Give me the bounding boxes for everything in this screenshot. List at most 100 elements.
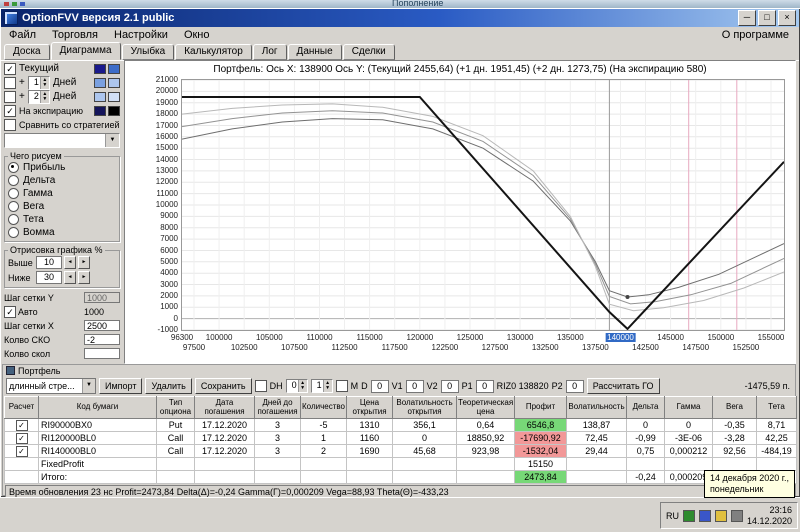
p1-input[interactable]: 0 xyxy=(476,380,494,393)
radio-option[interactable]: Гамма xyxy=(8,187,116,200)
column-header[interactable]: Дата погашения xyxy=(195,397,255,419)
series-checkbox[interactable] xyxy=(4,77,16,89)
column-header[interactable]: Дельта xyxy=(627,397,665,419)
series-checkbox[interactable]: ✓ xyxy=(4,105,16,117)
radio-option[interactable]: Вега xyxy=(8,200,116,213)
chart-plot[interactable] xyxy=(181,79,785,331)
days-spinner[interactable]: 1▲▼ xyxy=(28,76,50,90)
dh-spinner-2[interactable]: 1▲▼ xyxy=(311,379,333,393)
column-header[interactable]: Тип опциона xyxy=(157,397,195,419)
radio-option[interactable]: Вомма xyxy=(8,226,116,239)
column-header[interactable]: Вега xyxy=(713,397,757,419)
table-row[interactable]: ✓RI120000BL0Call17.12.2020311160018850,9… xyxy=(5,432,797,445)
tab[interactable]: Диаграмма xyxy=(51,42,121,60)
tray-icon[interactable] xyxy=(683,510,695,522)
delete-button[interactable]: Удалить xyxy=(145,378,191,394)
column-header[interactable]: Количество xyxy=(301,397,347,419)
spinner-arrows-icon[interactable]: ▲▼ xyxy=(40,91,49,103)
table-row[interactable]: FixedProfit15150 xyxy=(5,458,797,471)
table-row[interactable]: Итого:2473,84-0,240,00020988,93-433,23 xyxy=(5,471,797,484)
menu-item[interactable]: Настройки xyxy=(106,28,176,42)
m-checkbox[interactable] xyxy=(336,380,348,392)
tray-icon[interactable] xyxy=(699,510,711,522)
below-input[interactable]: 30 xyxy=(36,271,62,284)
below-increase-button[interactable]: ► xyxy=(78,271,90,284)
tab[interactable]: Лог xyxy=(253,44,287,60)
cell: 92,56 xyxy=(713,445,757,458)
y-axis-label: 2000 xyxy=(135,292,178,300)
auto-checkbox[interactable]: ✓ xyxy=(4,306,16,318)
title-bar[interactable]: OptionFVV версия 2.1 public ─ □ × xyxy=(1,9,799,27)
column-header[interactable]: Код бумаги xyxy=(39,397,157,419)
column-header[interactable]: Профит xyxy=(515,397,567,419)
tray-clock[interactable]: 23:16 14.12.2020 xyxy=(747,505,792,527)
row-checkbox[interactable]: ✓ xyxy=(16,446,28,457)
grid-setting-value[interactable]: 1000 xyxy=(84,292,120,303)
chevron-down-icon[interactable]: ▼ xyxy=(105,134,119,147)
d-input[interactable]: 0 xyxy=(371,380,389,393)
cell: -1532,04 xyxy=(515,445,567,458)
column-header[interactable]: Волатильность xyxy=(567,397,627,419)
below-decrease-button[interactable]: ◄ xyxy=(64,271,76,284)
menu-item[interactable]: Торговля xyxy=(44,28,106,42)
tray-icon[interactable] xyxy=(731,510,743,522)
tab[interactable]: Калькулятор xyxy=(175,44,252,60)
row-checkbox[interactable]: ✓ xyxy=(16,420,28,431)
column-header[interactable]: Тета xyxy=(757,397,797,419)
spinner-arrows-icon[interactable]: ▲▼ xyxy=(323,380,332,392)
column-header[interactable]: Дней до погашения xyxy=(255,397,301,419)
v1-input[interactable]: 0 xyxy=(406,380,424,393)
radio-label: Прибыль xyxy=(23,162,65,173)
import-button[interactable]: Импорт xyxy=(99,378,142,394)
radio-option[interactable]: Дельта xyxy=(8,174,116,187)
radio-option[interactable]: Прибыль xyxy=(8,161,116,174)
menu-about[interactable]: О программе xyxy=(712,28,799,42)
spinner-arrows-icon[interactable]: ▲▼ xyxy=(298,380,307,392)
column-header[interactable]: Расчет xyxy=(5,397,39,419)
v2-input[interactable]: 0 xyxy=(441,380,459,393)
p2-input[interactable]: 0 xyxy=(566,380,584,393)
calc-margin-button[interactable]: Рассчитать ГО xyxy=(587,378,660,394)
tab[interactable]: Улыбка xyxy=(122,44,175,60)
series-row: +2▲▼Дней xyxy=(4,90,120,103)
strategy-combo[interactable]: ▼ xyxy=(4,133,120,148)
column-header[interactable]: Гамма xyxy=(665,397,713,419)
grid-setting-value[interactable]: 2500 xyxy=(84,320,120,331)
maximize-button[interactable]: □ xyxy=(758,10,776,26)
menu-item[interactable]: Файл xyxy=(1,28,44,42)
menu-item[interactable]: Окно xyxy=(176,28,218,42)
position-combo[interactable]: длинный стре... ▼ xyxy=(6,378,96,394)
tray-language[interactable]: RU xyxy=(666,511,679,521)
spinner-arrows-icon[interactable]: ▲▼ xyxy=(40,77,49,89)
radio-option[interactable]: Тета xyxy=(8,213,116,226)
tab[interactable]: Доска xyxy=(4,44,50,60)
column-header[interactable]: Теоретическая цена xyxy=(457,397,515,419)
table-row[interactable]: ✓RI140000BL0Call17.12.202032169045,68923… xyxy=(5,445,797,458)
column-header[interactable]: Цена открытия xyxy=(347,397,393,419)
days-spinner[interactable]: 2▲▼ xyxy=(28,90,50,104)
grid-setting-value[interactable] xyxy=(84,348,120,359)
taskbar[interactable]: RU 23:16 14.12.2020 xyxy=(0,497,800,532)
close-button[interactable]: × xyxy=(778,10,796,26)
chevron-down-icon[interactable]: ▼ xyxy=(82,379,95,393)
minimize-button[interactable]: ─ xyxy=(738,10,756,26)
grid-setting-value[interactable]: -2 xyxy=(84,334,120,345)
compare-checkbox[interactable] xyxy=(4,119,16,131)
x-axis-label[interactable]: 140000 xyxy=(605,333,636,342)
dh-spinner-1[interactable]: 0▲▼ xyxy=(286,379,308,393)
tray-icon[interactable] xyxy=(715,510,727,522)
series-checkbox[interactable] xyxy=(4,91,16,103)
above-increase-button[interactable]: ► xyxy=(78,256,90,269)
table-row[interactable]: ✓RI90000BX0Put17.12.20203-51310356,10,64… xyxy=(5,419,797,432)
row-checkbox[interactable]: ✓ xyxy=(16,433,28,444)
above-input[interactable]: 10 xyxy=(36,256,62,269)
tab[interactable]: Сделки xyxy=(343,44,395,60)
dh-checkbox[interactable] xyxy=(255,380,267,392)
series-checkbox[interactable]: ✓ xyxy=(4,63,16,75)
render-group: Отрисовка графика % Выше 10 ◄ ► Ниже 30 … xyxy=(4,245,120,288)
x-axis-label: 137500 xyxy=(582,343,609,352)
save-button[interactable]: Сохранить xyxy=(195,378,252,394)
column-header[interactable]: Волатильность открытия xyxy=(393,397,457,419)
tab[interactable]: Данные xyxy=(288,44,342,60)
above-decrease-button[interactable]: ◄ xyxy=(64,256,76,269)
